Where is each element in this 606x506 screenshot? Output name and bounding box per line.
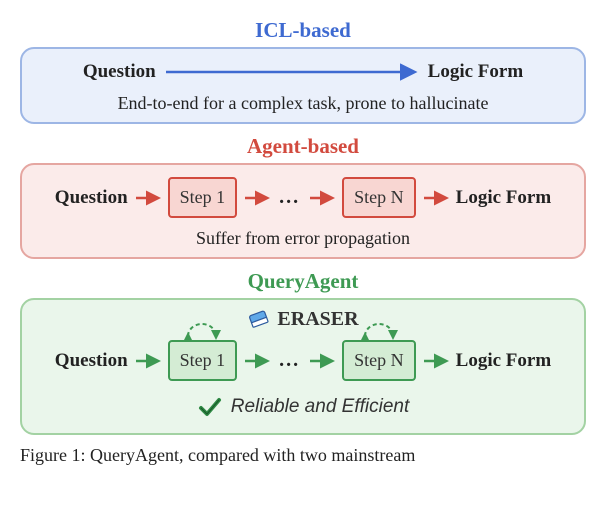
- query-step1: Step 1: [168, 340, 238, 381]
- reliable-text: Reliable and Efficient: [231, 396, 410, 418]
- icl-title: ICL-based: [20, 18, 586, 43]
- query-dots: ...: [277, 349, 302, 372]
- check-icon: [197, 395, 223, 419]
- query-logic: Logic Form: [456, 350, 552, 372]
- agent-step1: Step 1: [168, 177, 238, 218]
- agent-row: Question Step 1 ... Step N Logic Form: [36, 177, 570, 218]
- agent-logic: Logic Form: [456, 187, 552, 209]
- agent-dots: ...: [277, 186, 302, 209]
- query-panel: ERASER Question Step 1 ... Step N: [20, 298, 586, 435]
- query-row: Question Step 1 ... Step N Log: [36, 340, 570, 381]
- arrow-right-icon: [243, 190, 271, 206]
- loop-arrow-icon: [182, 312, 222, 340]
- eraser-text: ERASER: [277, 308, 358, 331]
- loop-arrow-icon: [359, 312, 399, 340]
- arrow-right-icon: [422, 353, 450, 369]
- agent-panel: Question Step 1 ... Step N Logic Form Su…: [20, 163, 586, 259]
- arrow-right-icon: [134, 353, 162, 369]
- icl-row: Question Logic Form: [36, 61, 570, 83]
- icl-subtext: End-to-end for a complex task, prone to …: [36, 93, 570, 114]
- arrow-right-icon: [243, 353, 271, 369]
- agent-question: Question: [55, 187, 128, 209]
- arrow-right-icon: [162, 62, 422, 82]
- eraser-label: ERASER: [22, 308, 584, 331]
- eraser-icon: [247, 309, 271, 331]
- figure-caption: Figure 1: QueryAgent, compared with two …: [20, 445, 586, 466]
- icl-question: Question: [83, 61, 156, 83]
- agent-subtext: Suffer from error propagation: [36, 228, 570, 249]
- arrow-right-icon: [308, 353, 336, 369]
- query-step1-label: Step 1: [180, 350, 226, 370]
- arrow-right-icon: [134, 190, 162, 206]
- agent-stepN: Step N: [342, 177, 416, 218]
- query-stepN: Step N: [342, 340, 416, 381]
- query-question: Question: [55, 350, 128, 372]
- query-title: QueryAgent: [20, 269, 586, 294]
- arrow-right-icon: [308, 190, 336, 206]
- arrow-right-icon: [422, 190, 450, 206]
- agent-title: Agent-based: [20, 134, 586, 159]
- query-stepN-label: Step N: [354, 350, 404, 370]
- icl-panel: Question Logic Form End-to-end for a com…: [20, 47, 586, 124]
- icl-logic: Logic Form: [428, 61, 524, 83]
- reliable-row: Reliable and Efficient: [36, 395, 570, 419]
